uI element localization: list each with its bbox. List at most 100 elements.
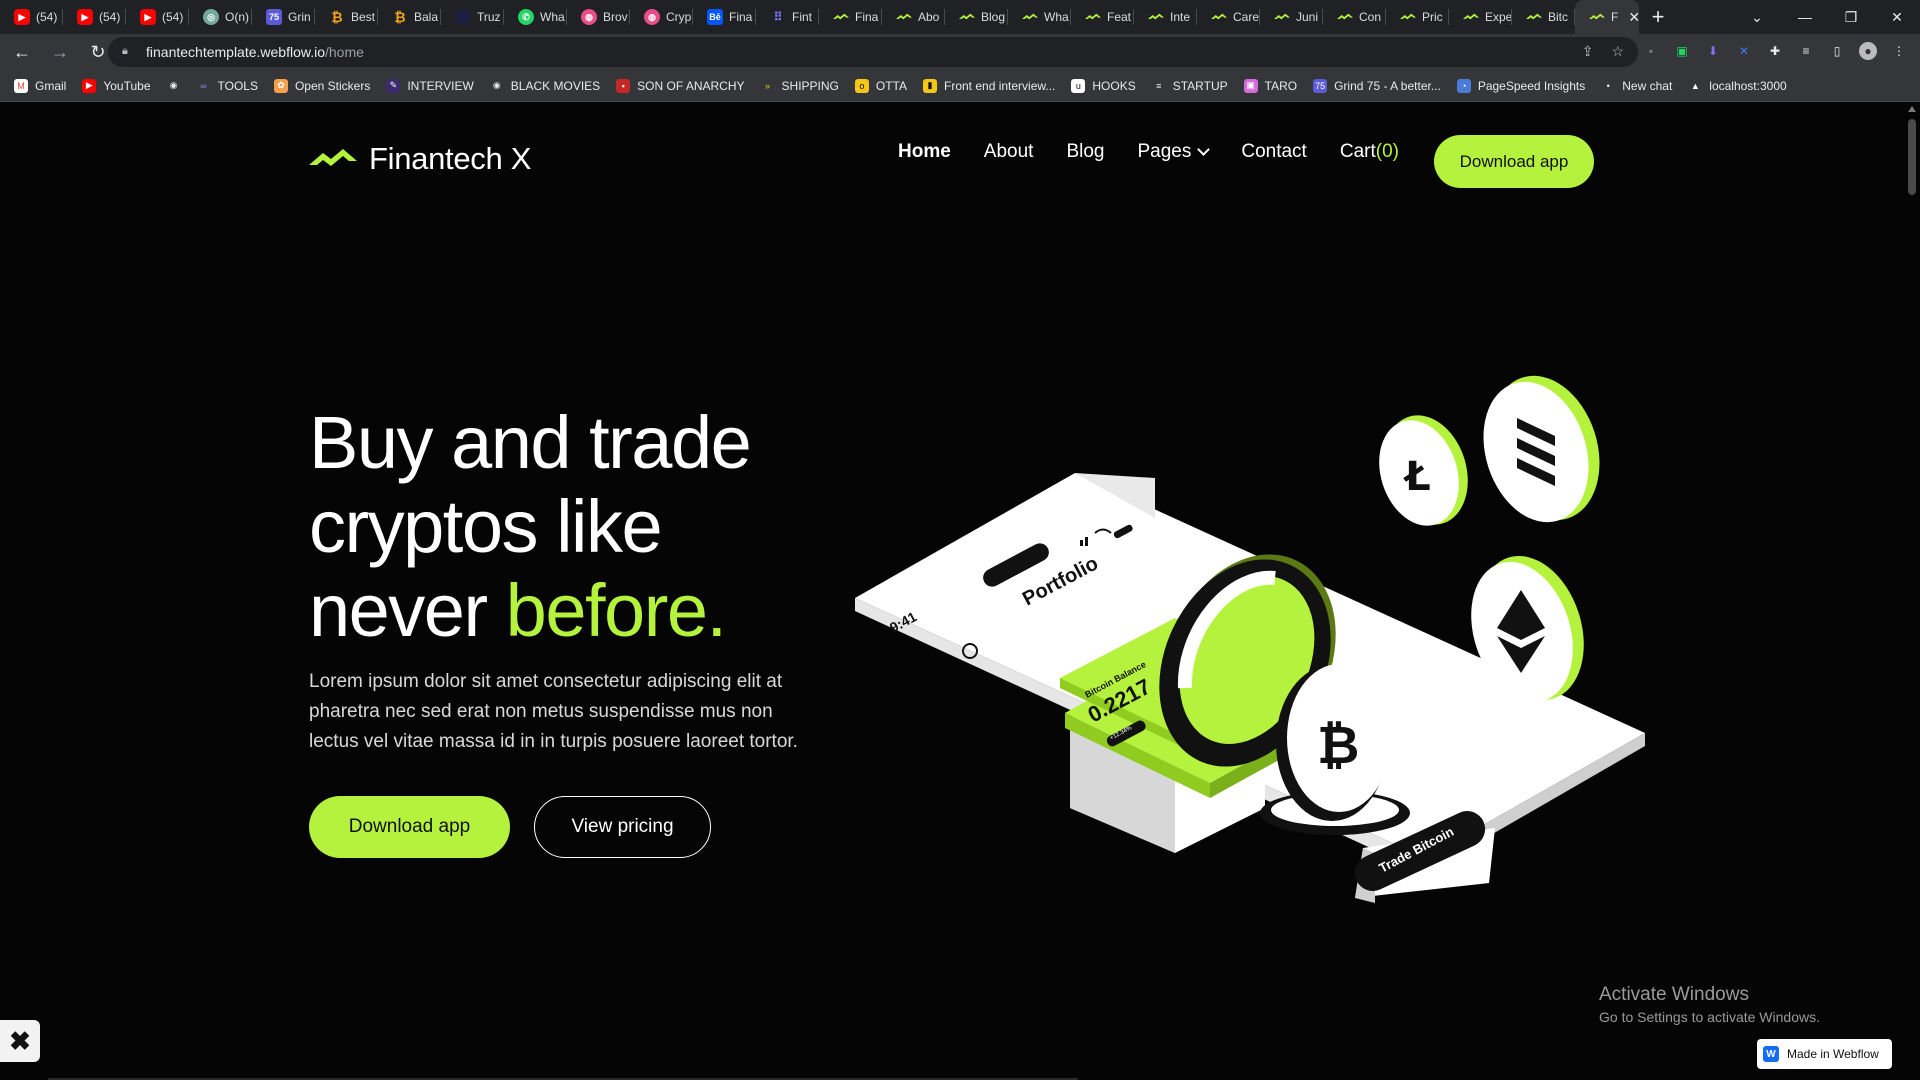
tab-label: O(n): [225, 10, 249, 24]
tab-label: Juni: [1296, 10, 1319, 24]
side-panel-icon[interactable]: ▯: [1828, 42, 1846, 60]
reading-list-icon[interactable]: ≡: [1797, 42, 1815, 60]
browser-tab[interactable]: Juni: [1260, 0, 1323, 34]
close-x-widget-icon[interactable]: ✖: [0, 1020, 40, 1062]
bookmark-item[interactable]: » SHIPPING: [761, 79, 839, 93]
finantech-icon: [1337, 9, 1353, 25]
bookmark-item[interactable]: ▪ SON OF ANARCHY: [616, 78, 745, 93]
bookmark-item[interactable]: ◉: [167, 79, 181, 93]
nav-download-button[interactable]: Download app: [1434, 135, 1594, 188]
browser-tab[interactable]: Feat: [1071, 0, 1134, 34]
tab-label: Best: [351, 10, 376, 24]
scroll-thumb[interactable]: [1908, 119, 1916, 195]
extension-shield-icon[interactable]: ▪: [1642, 42, 1660, 60]
browser-menu-icon[interactable]: ⋮: [1890, 42, 1908, 60]
extension-x-icon[interactable]: ✕: [1735, 42, 1753, 60]
nav-blog[interactable]: Blog: [1066, 141, 1104, 163]
close-window-icon[interactable]: ✕: [1874, 0, 1920, 34]
browser-tab[interactable]: ◍ Brov: [567, 0, 630, 34]
nav-pages-dropdown[interactable]: Pages: [1137, 141, 1211, 163]
browser-tab[interactable]: ▶ (54): [0, 0, 63, 34]
nav-home[interactable]: Home: [898, 141, 951, 163]
tab-close-icon[interactable]: ✕: [1628, 9, 1639, 26]
browser-toolbar: ← → ↻ 🔒︎ finantechtemplate.webflow.io/ho…: [0, 34, 1920, 70]
browser-tab[interactable]: Blog: [945, 0, 1008, 34]
new-tab-button[interactable]: +: [1639, 0, 1677, 34]
browser-tab[interactable]: Expe: [1449, 0, 1512, 34]
bookmark-item[interactable]: ✿ Open Stickers: [273, 78, 370, 93]
bookmark-item[interactable]: ▲ localhost:3000: [1688, 79, 1787, 93]
grind75-icon: 75: [1313, 78, 1328, 93]
bookmark-item[interactable]: ◔ PageSpeed Insights: [1456, 78, 1586, 93]
browser-tab[interactable]: ◎ O(n): [189, 0, 252, 34]
bookmark-item[interactable]: u HOOKS: [1071, 78, 1136, 93]
browser-tab[interactable]: Bitc: [1512, 0, 1575, 34]
bookmark-label: PageSpeed Insights: [1477, 78, 1586, 93]
bookmark-item[interactable]: o OTTA: [854, 78, 907, 93]
extension-download-icon[interactable]: ⬇: [1704, 42, 1722, 60]
bookmark-item[interactable]: ✎ INTERVIEW: [386, 78, 474, 93]
browser-tab[interactable]: Abo: [882, 0, 945, 34]
bookmark-item[interactable]: ▣ TARO: [1243, 78, 1297, 93]
browser-tab[interactable]: ₿ Bala: [378, 0, 441, 34]
extensions-area: ▪ ▣ ⬇ ✕ ✚ ≡ ▯ ● ⋮: [1642, 42, 1908, 60]
bookmark-item[interactable]: ∞ TOOLS: [197, 79, 258, 93]
address-bar[interactable]: 🔒︎ finantechtemplate.webflow.io/home ⇪ ☆: [108, 37, 1638, 67]
nav-about[interactable]: About: [984, 141, 1034, 163]
browser-tab[interactable]: Bē Fina: [693, 0, 756, 34]
bookmark-item[interactable]: ▶ YouTube: [82, 78, 151, 93]
dribbble-icon: ◍: [581, 9, 597, 25]
bookmark-item[interactable]: M Gmail: [14, 78, 66, 93]
site-logo[interactable]: Finantech X: [309, 141, 531, 177]
bookmark-item[interactable]: ≡ STARTUP: [1152, 79, 1228, 93]
minimize-icon[interactable]: —: [1782, 0, 1828, 34]
bookmark-star-icon[interactable]: ☆: [1611, 43, 1624, 60]
shipping-icon: »: [765, 80, 771, 91]
back-icon[interactable]: ←: [6, 36, 38, 68]
view-pricing-button[interactable]: View pricing: [534, 796, 711, 858]
browser-tab[interactable]: Fina: [819, 0, 882, 34]
tab-active[interactable]: F ✕: [1575, 0, 1639, 34]
browser-tab[interactable]: ⠿ Fint: [756, 0, 819, 34]
bookmark-item[interactable]: ◉ BLACK MOVIES: [490, 79, 600, 93]
browser-tab[interactable]: ₿ Best: [315, 0, 378, 34]
lock-icon[interactable]: 🔒︎: [122, 45, 134, 59]
bookmark-icon: ▮: [923, 78, 937, 93]
restore-icon[interactable]: ❐: [1828, 0, 1874, 34]
made-in-webflow-badge[interactable]: W Made in Webflow: [1757, 1039, 1892, 1069]
page-scrollbar[interactable]: [1904, 103, 1920, 1080]
browser-tab[interactable]: Truz: [441, 0, 504, 34]
logo-text: Finantech X: [369, 141, 532, 176]
browser-tab[interactable]: Inte: [1134, 0, 1197, 34]
browser-tab[interactable]: ▶ (54): [126, 0, 189, 34]
scroll-up-icon[interactable]: [1908, 106, 1916, 112]
hero-download-button[interactable]: Download app: [309, 796, 510, 858]
browser-tab[interactable]: ◍ Cryp: [630, 0, 693, 34]
bitcoin-icon: ₿: [331, 9, 343, 25]
hero-title-line1: Buy and trade: [309, 401, 752, 484]
tab-search-icon[interactable]: ⌄: [1732, 0, 1782, 34]
browser-tab[interactable]: Wha: [1008, 0, 1071, 34]
share-icon[interactable]: ⇪: [1582, 43, 1594, 60]
bookmark-item[interactable]: ▮ Front end interview...: [923, 78, 1055, 93]
tab-label: Inte: [1170, 10, 1191, 24]
browser-tab[interactable]: ▶ (54): [63, 0, 126, 34]
bookmark-item[interactable]: 75 Grind 75 - A better...: [1313, 78, 1441, 93]
finantech-icon: [1148, 9, 1164, 25]
profile-avatar-icon[interactable]: ●: [1859, 42, 1877, 60]
browser-tab[interactable]: ✆ Wha: [504, 0, 567, 34]
bookmark-item[interactable]: • New chat: [1601, 79, 1673, 93]
chatgpt-icon: ◎: [203, 9, 219, 25]
extension-green-icon[interactable]: ▣: [1673, 42, 1691, 60]
youtube-icon: ▶: [14, 9, 30, 25]
browser-tab[interactable]: Con: [1323, 0, 1386, 34]
hero-subtitle: Lorem ipsum dolor sit amet consectetur a…: [309, 671, 798, 752]
forward-icon[interactable]: →: [44, 36, 76, 68]
nav-contact[interactable]: Contact: [1241, 141, 1306, 163]
browser-tab[interactable]: 75 Grin: [252, 0, 315, 34]
browser-tab[interactable]: Pric: [1386, 0, 1449, 34]
extensions-puzzle-icon[interactable]: ✚: [1766, 42, 1784, 60]
nav-cart[interactable]: Cart(0): [1340, 141, 1399, 163]
browser-tab[interactable]: Care: [1197, 0, 1260, 34]
pagespeed-icon: ◔: [1456, 78, 1471, 93]
